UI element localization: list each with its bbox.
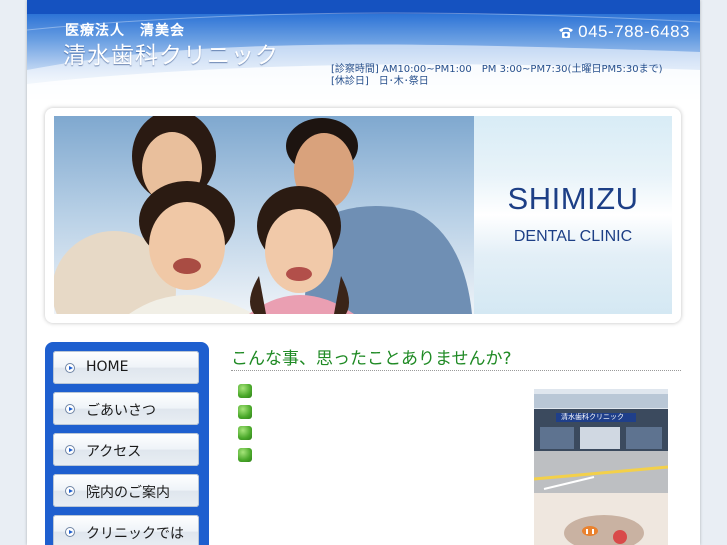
green-bullet-icon [238,448,252,462]
clinic-name-logo[interactable]: 清水歯科クリニック [63,36,279,70]
family-photo-illustration [54,116,474,314]
building-illustration [534,389,668,493]
section-title: こんな事、思ったことありませんか? [231,349,512,369]
nav-item-facility-guide[interactable]: 院内のご案内 [53,474,199,507]
arrow-bullet-icon [65,445,75,455]
nav-item-clinic-info[interactable]: クリニックでは [53,515,199,545]
green-bullet-icon [238,426,252,440]
closed-days-line: [休診日] 日･木･祭日 [331,76,429,87]
title-divider [231,370,681,371]
clinic-building-photo: 清水歯科クリニック [534,389,668,493]
hero-brand-panel: SHIMIZU DENTAL CLINIC [474,116,672,314]
office-hours: [診察時間] AM10:00~PM1:00 PM 3:00~PM7:30(土曜日… [331,64,662,88]
phone-text: 045-788-6483 [578,22,690,41]
arrow-bullet-icon [65,486,75,496]
nav-item-access[interactable]: アクセス [53,433,199,466]
arrow-bullet-icon [65,363,75,373]
green-bullet-icon [238,384,252,398]
family-photo [54,116,474,314]
brand-shimizu: SHIMIZU [507,181,639,216]
nav-item-label: 院内のご案内 [86,485,170,501]
nav-item-label: HOME [86,359,129,375]
interior-illustration [534,493,668,545]
phone-icon [559,27,574,39]
green-bullet-icon [238,405,252,419]
clinic-interior-photo [534,493,668,545]
brand-dental-clinic: DENTAL CLINIC [513,228,633,245]
page: 医療法人 清美会 清水歯科クリニック 045-788-6483 [診察時間] A… [27,0,700,545]
sidebar-nav: HOME ごあいさつ アクセス 院内のご案内 クリニックでは [45,342,209,545]
nav-item-label: アクセス [86,444,142,460]
nav-item-label: クリニックでは [86,526,184,542]
hero-banner: SHIMIZU DENTAL CLINIC [54,116,672,314]
hero-frame: SHIMIZU DENTAL CLINIC [45,108,681,323]
nav-item-label: ごあいさつ [86,403,156,419]
hours-line: [診察時間] AM10:00~PM1:00 PM 3:00~PM7:30(土曜日… [331,64,663,75]
nav-item-greeting[interactable]: ごあいさつ [53,392,199,425]
nav-item-home[interactable]: HOME [53,351,199,384]
building-sign-text: 清水歯科クリニック [561,413,624,421]
arrow-bullet-icon [65,527,75,537]
arrow-bullet-icon [65,404,75,414]
site-header: 医療法人 清美会 清水歯科クリニック 045-788-6483 [診察時間] A… [27,0,700,100]
phone-number[interactable]: 045-788-6483 [558,22,690,42]
